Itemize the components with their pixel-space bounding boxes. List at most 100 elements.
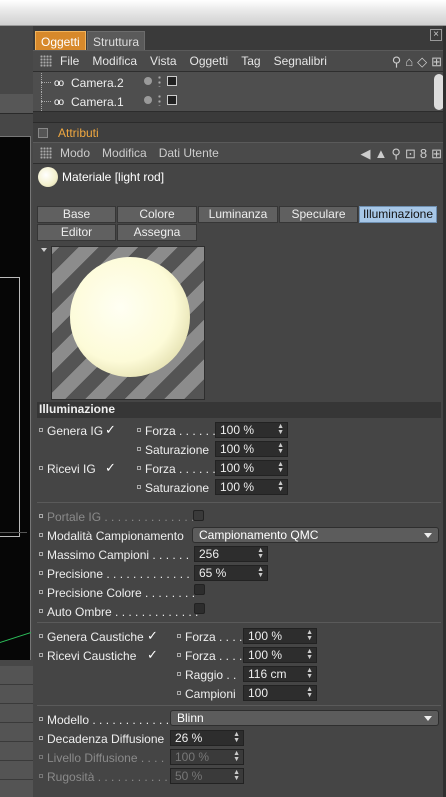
list-item[interactable]: oo Camera.1 <box>41 92 411 111</box>
new-window-icon[interactable]: ⊞ <box>431 54 442 70</box>
genera-caustiche-check[interactable]: ✓ <box>147 628 158 644</box>
tab-base[interactable]: Base <box>37 206 116 223</box>
tab-oggetti[interactable]: Oggetti <box>35 31 86 50</box>
collapse-arrow-icon[interactable] <box>41 248 47 252</box>
forza-ric-field[interactable]: 100 % ▲ ▼ <box>215 460 288 476</box>
tag-icon[interactable] <box>167 95 177 105</box>
grip-icon[interactable] <box>40 147 52 159</box>
menu-file[interactable]: File <box>60 54 79 68</box>
tab-speculare[interactable]: Speculare <box>279 206 358 223</box>
forza-ric-label: Forza . . . . . . <box>145 462 216 476</box>
auto-ombre-label: Auto Ombre . . . . . . . . . . . . . <box>47 605 199 619</box>
menu-modifica[interactable]: Modifica <box>92 54 137 68</box>
raggio-label: Raggio . . <box>185 668 237 682</box>
tab-struttura[interactable]: Struttura <box>87 31 146 50</box>
forza-c2-field[interactable]: 100 % ▲ ▼ <box>243 647 317 663</box>
tab-luminanza[interactable]: Luminanza <box>198 206 278 223</box>
rugosita-field[interactable]: 50 % ▲ ▼ <box>170 768 244 784</box>
viewport-axis <box>0 631 31 663</box>
render-dots-icon[interactable] <box>157 94 162 106</box>
modalita-label: Modalità Campionamento <box>47 529 184 543</box>
menu-modifica-attr[interactable]: Modifica <box>102 146 147 160</box>
forza-gen-value: 100 % <box>220 423 255 437</box>
ricevi-caustiche-check[interactable]: ✓ <box>147 647 158 663</box>
list-item[interactable]: oo Camera.2 <box>41 73 411 92</box>
render-dots-icon[interactable] <box>157 75 162 87</box>
back-arrow-icon[interactable]: ◀ <box>361 146 371 162</box>
section-illuminazione: Illuminazione <box>37 402 441 418</box>
camera-icon: oo <box>54 97 64 108</box>
panel-toggle-icon[interactable] <box>38 127 48 138</box>
link-icon[interactable]: 8 <box>420 146 427 162</box>
chevron-down-icon <box>424 533 432 538</box>
massimo-campioni-label: Massimo Campioni . . . . . . <box>47 548 190 562</box>
viewport[interactable] <box>0 136 31 663</box>
visibility-dot-icon[interactable] <box>144 96 152 104</box>
menu-vista[interactable]: Vista <box>150 54 176 68</box>
campioni-label: Campioni <box>185 687 236 701</box>
menu-tag[interactable]: Tag <box>241 54 260 68</box>
object-name[interactable]: Camera.1 <box>71 95 124 109</box>
genera-caustiche-label: Genera Caustiche <box>47 630 144 644</box>
divider <box>37 622 441 623</box>
sat-gen-value: 100 % <box>220 442 255 456</box>
forza-gen-field[interactable]: 100 % ▲ ▼ <box>215 422 288 438</box>
grip-icon[interactable] <box>40 55 52 67</box>
raggio-value: 116 cm <box>248 667 287 681</box>
eye-icon[interactable]: ◇ <box>417 54 427 70</box>
forza-c2-value: 100 % <box>248 648 283 662</box>
search-icon[interactable]: ⚲ <box>391 146 401 162</box>
app-window: Oggetti Struttura × File Modifica Vista … <box>0 0 446 797</box>
material-preview[interactable] <box>51 246 205 400</box>
lock-icon[interactable]: ⊡ <box>405 146 416 162</box>
material-name: Materiale [light rod] <box>62 170 165 184</box>
left-panel <box>0 26 33 797</box>
saturazione-ric-field[interactable]: 100 % ▲ ▼ <box>215 479 288 495</box>
up-arrow-icon[interactable]: ▲ <box>375 146 388 162</box>
menu-dati-utente[interactable]: Dati Utente <box>159 146 219 160</box>
menu-segnalibri[interactable]: Segnalibri <box>274 54 327 68</box>
forza-c-value: 100 % <box>248 629 283 643</box>
modalita-dropdown[interactable]: Campionamento QMC <box>192 527 439 543</box>
menu-modo[interactable]: Modo <box>60 146 90 160</box>
decadenza-field[interactable]: 26 % ▲ ▼ <box>170 730 244 746</box>
precisione-colore-label: Precisione Colore . . . . . . . . <box>47 586 196 600</box>
new-window-icon[interactable]: ⊞ <box>431 146 442 162</box>
genera-ig-check[interactable]: ✓ <box>105 422 116 438</box>
tab-assegna[interactable]: Assegna <box>117 224 197 241</box>
precisione-colore-checkbox[interactable] <box>194 584 205 595</box>
object-name[interactable]: Camera.2 <box>71 76 124 90</box>
saturazione-label: Saturazione <box>145 443 210 457</box>
tab-colore[interactable]: Colore <box>117 206 197 223</box>
attributes-header: Attributi <box>33 122 446 142</box>
visibility-dot-icon[interactable] <box>144 77 152 85</box>
object-list: oo Camera.2 oo Camera.1 <box>33 72 446 112</box>
tag-icon[interactable] <box>167 76 177 86</box>
massimo-campioni-field[interactable]: 256 ▲ ▼ <box>194 546 268 562</box>
auto-ombre-checkbox[interactable] <box>194 603 205 614</box>
menu-oggetti[interactable]: Oggetti <box>190 54 229 68</box>
modalita-value: Campionamento QMC <box>199 528 319 542</box>
tab-editor[interactable]: Editor <box>37 224 116 241</box>
raggio-field[interactable]: 116 cm ▲ ▼ <box>243 666 317 682</box>
objects-menubar: File Modifica Vista Oggetti Tag Segnalib… <box>33 50 446 72</box>
saturazione-gen-field[interactable]: 100 % ▲ ▼ <box>215 441 288 457</box>
tab-illuminazione[interactable]: Illuminazione <box>359 206 437 223</box>
attributes-title[interactable]: Attributi <box>58 126 99 140</box>
home-icon[interactable]: ⌂ <box>405 54 413 70</box>
portale-ig-checkbox[interactable] <box>193 510 204 521</box>
ricevi-ig-check[interactable]: ✓ <box>105 460 116 476</box>
objects-toolbar-icons: ⚲ ⌂ ◇ ⊞ <box>392 54 442 70</box>
genera-ig-label: Genera IG <box>47 424 104 438</box>
precisione-field[interactable]: 65 % ▲ ▼ <box>194 565 268 581</box>
campioni-field[interactable]: 100 ▲ ▼ <box>243 685 317 701</box>
search-icon[interactable]: ⚲ <box>392 54 402 70</box>
forza-c-field[interactable]: 100 % ▲ ▼ <box>243 628 317 644</box>
decadenza-value: 26 % <box>175 731 203 745</box>
close-icon[interactable]: × <box>430 29 442 41</box>
chevron-down-icon <box>424 716 432 721</box>
modello-dropdown[interactable]: Blinn <box>170 710 439 726</box>
livello-field[interactable]: 100 % ▲ ▼ <box>170 749 244 765</box>
objects-tabs: Oggetti Struttura × <box>33 26 446 50</box>
livello-value: 100 % <box>175 750 210 764</box>
